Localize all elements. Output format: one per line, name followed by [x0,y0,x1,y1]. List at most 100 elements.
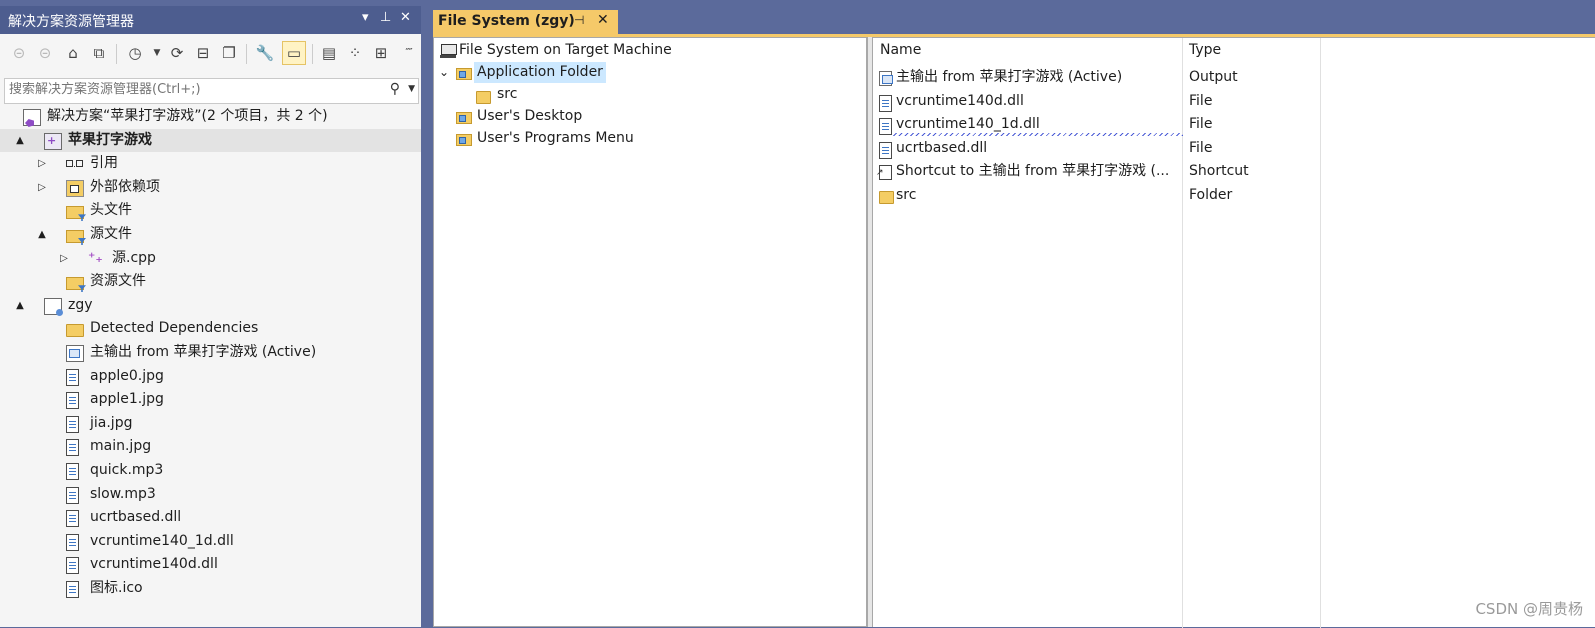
home-icon[interactable]: ⌂ [62,42,84,64]
tree-item[interactable]: ▷ 外部依赖项 [0,176,421,199]
tree-item[interactable]: apple0.jpg [0,365,421,388]
tree-item[interactable]: 资源文件 [0,270,421,293]
tab-pin-icon[interactable]: ⊣ [574,13,584,27]
solution-explorer-panel: 解决方案资源管理器 ▾ ⊥ ✕ ⊝ ⊝ ⌂ ⧉ ◷ ▼ ⟳ ⊟ ❐ 🔧 ▭ ▤ … [0,6,425,627]
list-item-type: Shortcut [1189,163,1249,180]
shortcut-icon [876,162,892,185]
external-deps-icon [66,179,84,197]
file-icon [66,368,79,386]
fs-node-label: User's Desktop [477,108,583,124]
tree-item-label: quick.mp3 [90,462,164,478]
search-options-chevron-icon[interactable]: ▼ [408,84,415,94]
list-item-type: File [1189,139,1213,156]
setup-project-icon [44,297,63,316]
back-icon[interactable]: ⊝ [8,42,30,64]
list-item[interactable]: vcruntime140_1d.dll File [873,113,1595,137]
tree-item[interactable]: ▷ 引用 [0,152,421,175]
tree-item[interactable]: 图标.ico [0,577,421,600]
tree-item[interactable]: apple1.jpg [0,388,421,411]
list-item[interactable]: ucrtbased.dll File [873,137,1595,160]
collapse-arrow-icon[interactable]: ▲ [14,294,26,317]
solution-icon [23,109,41,126]
tree-item[interactable]: main.jpg [0,435,421,458]
tab-file-system[interactable]: File System (zgy) ⊣ ✕ [433,10,618,34]
list-item-type: File [1189,116,1213,133]
solution-search-input[interactable] [9,82,379,97]
fs-node-users-desktop[interactable]: User's Desktop [439,106,639,127]
list-item-name: Shortcut to 主输出 from 苹果打字游戏 (... [896,163,1170,180]
fs-node-src[interactable]: src [439,84,639,105]
fs-node-application-folder[interactable]: ⌄ Application Folder [439,62,639,83]
view-code-icon[interactable]: ▤ [318,42,340,64]
expand-arrow-icon[interactable]: ▷ [58,247,70,270]
properties-wrench-icon[interactable]: 🔧 [254,42,276,64]
spelling-squiggle [893,133,1183,137]
switch-views-icon[interactable]: ⧉ [88,42,110,64]
collapse-arrow-icon[interactable]: ▲ [36,223,48,246]
folder-icon [66,324,84,338]
chevron-down-icon[interactable]: ▼ [146,42,168,64]
list-item[interactable]: vcruntime140d.dll File [873,90,1595,113]
solution-explorer-toolbar: ⊝ ⊝ ⌂ ⧉ ◷ ▼ ⟳ ⊟ ❐ 🔧 ▭ ▤ ⁘ ⊞ ⁗ [0,34,425,74]
toolbar-overflow-icon[interactable]: ⁗ [398,42,420,64]
view-designer-icon[interactable]: ⊞ [370,42,392,64]
list-item[interactable]: Shortcut to 主输出 from 苹果打字游戏 (... Shortcut [873,160,1595,185]
forward-icon[interactable]: ⊝ [34,42,56,64]
special-folder-icon [456,134,472,146]
window-position-icon[interactable]: ▾ [362,10,369,25]
file-icon [66,557,79,575]
collapse-all-icon[interactable]: ⊟ [192,42,214,64]
column-header-type[interactable]: Type [1189,42,1221,58]
tree-item[interactable]: ▲ 源文件 [0,223,421,246]
pin-icon[interactable]: ⊥ [380,10,391,25]
tree-item-label: Detected Dependencies [90,320,259,337]
solution-search-box[interactable]: ⚲ ▼ [4,78,419,104]
tree-item-label: 头文件 [90,202,132,219]
preview-selected-icon[interactable]: ▭ [282,41,306,65]
list-item-name: 主输出 from 苹果打字游戏 (Active) [896,69,1123,85]
list-item-type: Folder [1189,187,1233,203]
file-icon [66,392,79,410]
tab-close-icon[interactable]: ✕ [597,12,609,28]
tree-item[interactable]: Detected Dependencies [0,317,421,340]
sync-icon[interactable]: ⟳ [166,42,188,64]
fs-node-label: src [497,86,518,102]
tab-title: File System (zgy) [438,13,575,29]
list-item-type: Output [1189,69,1238,85]
tree-item[interactable]: vcruntime140_1d.dll [0,530,421,553]
expand-arrow-icon[interactable]: ▷ [36,152,48,175]
list-item[interactable]: src Folder [873,184,1595,207]
tree-item[interactable]: ▲ 苹果打字游戏 [0,128,421,152]
filter-folder-icon [66,230,84,243]
tree-item[interactable]: 解决方案“苹果打字游戏”(2 个项目，共 2 个) [0,105,421,128]
tree-item[interactable]: vcruntime140d.dll [0,553,421,576]
tree-item[interactable]: ▲ zgy [0,294,421,317]
file-icon [879,94,892,112]
tree-item[interactable]: quick.mp3 [0,459,421,482]
tree-item[interactable]: ▷ ⁺₊ 源.cpp [0,247,421,270]
collapse-arrow-icon[interactable]: ▲ [14,129,26,152]
panel-splitter[interactable] [421,6,433,627]
tree-item[interactable]: jia.jpg [0,412,421,435]
column-header-name[interactable]: Name [880,42,921,58]
fs-node-users-programs-menu[interactable]: User's Programs Menu [439,128,679,149]
class-view-icon[interactable]: ⁘ [344,42,366,64]
tree-item[interactable]: slow.mp3 [0,483,421,506]
close-icon[interactable]: ✕ [400,10,411,25]
pending-changes-icon[interactable]: ◷ [124,42,146,64]
primary-output-icon [66,345,84,362]
file-icon [66,533,79,551]
expand-chevron-icon[interactable]: ⌄ [439,62,449,83]
tree-item-label: 引用 [90,155,118,172]
tree-item[interactable]: 主输出 from 苹果打字游戏 (Active) [0,341,421,364]
special-folder-icon [456,68,472,80]
list-item[interactable]: 主输出 from 苹果打字游戏 (Active) Output [873,66,1595,89]
tree-item-label: main.jpg [90,438,152,455]
expand-arrow-icon[interactable]: ▷ [36,176,48,199]
tree-item-label: 源.cpp [112,249,156,266]
tree-item[interactable]: 头文件 [0,199,421,222]
project-icon [44,129,62,152]
search-icon[interactable]: ⚲ [390,81,400,97]
tree-item[interactable]: ucrtbased.dll [0,506,421,529]
show-all-files-icon[interactable]: ❐ [218,42,240,64]
